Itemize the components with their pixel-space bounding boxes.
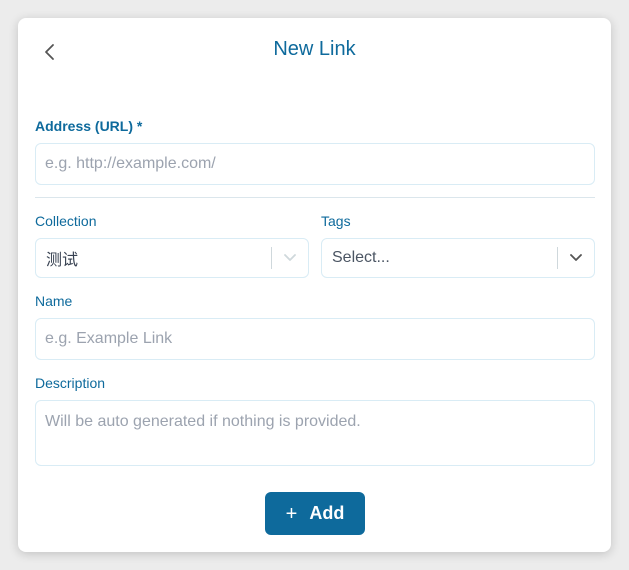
tags-placeholder: Select... (332, 249, 390, 266)
chevron-down-icon (284, 254, 296, 261)
collection-select[interactable]: 测试 (35, 238, 309, 278)
collection-value: 测试 (46, 252, 79, 269)
name-input[interactable]: e.g. Example Link (35, 318, 595, 360)
description-label: Description (35, 375, 106, 391)
new-link-modal: New Link Address (URL) * e.g. http://exa… (18, 18, 611, 552)
collection-label: Collection (35, 213, 97, 229)
address-input[interactable]: e.g. http://example.com/ (35, 143, 595, 185)
description-textarea[interactable]: Will be auto generated if nothing is pro… (35, 400, 595, 466)
chevron-down-icon (570, 254, 582, 261)
plus-icon: + (285, 502, 298, 525)
description-placeholder: Will be auto generated if nothing is pro… (45, 413, 361, 430)
tags-dropdown-toggle[interactable] (558, 239, 594, 277)
address-placeholder: e.g. http://example.com/ (45, 155, 216, 172)
tags-label: Tags (321, 213, 351, 229)
address-label: Address (URL) * (35, 118, 143, 134)
add-button[interactable]: + Add (265, 492, 365, 535)
collection-dropdown-toggle[interactable] (272, 239, 308, 277)
add-button-label: Add (309, 503, 345, 523)
tags-select[interactable]: Select... (321, 238, 595, 278)
name-label: Name (35, 293, 73, 309)
divider (35, 197, 595, 198)
modal-title: New Link (273, 38, 356, 60)
name-placeholder: e.g. Example Link (45, 330, 173, 347)
